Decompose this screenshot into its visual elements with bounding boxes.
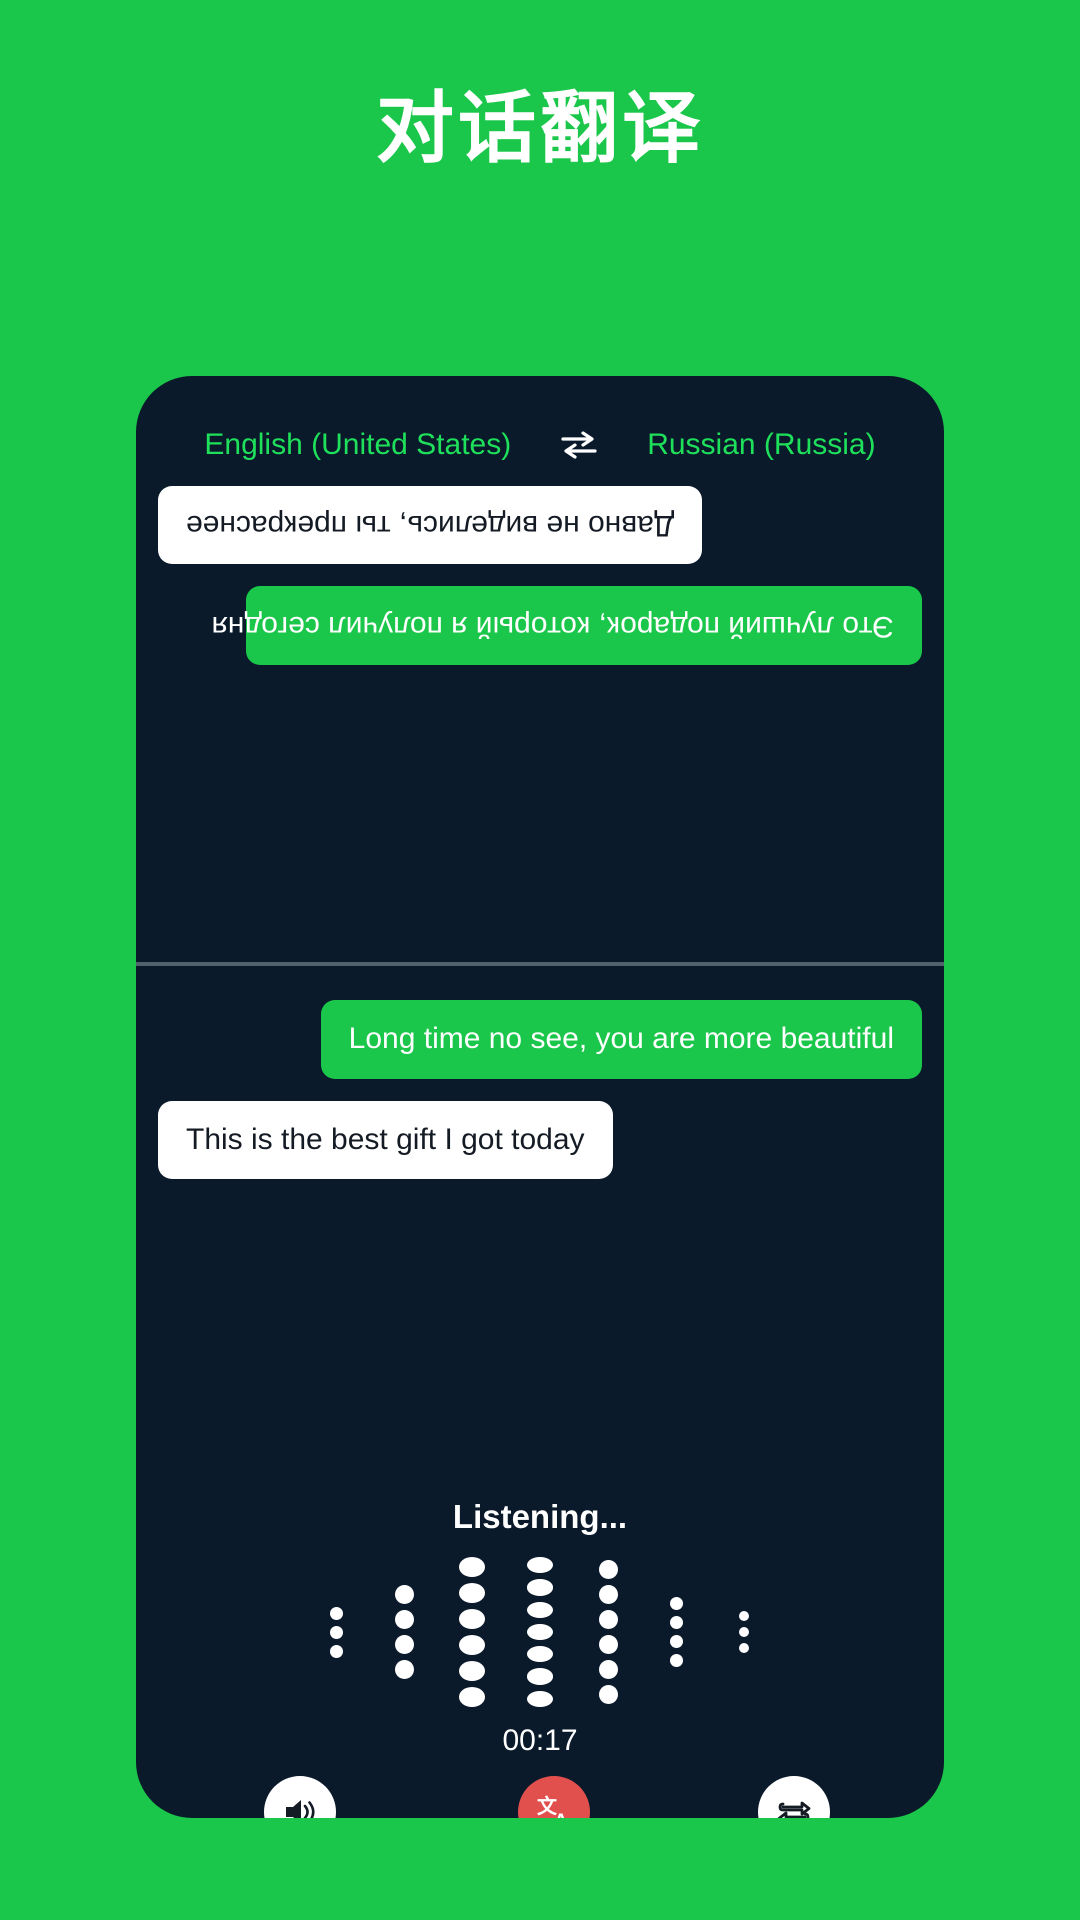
swap-horizontal-icon[interactable]	[557, 425, 601, 465]
message-row: This is the best gift I got today	[158, 1100, 922, 1179]
svg-text:A: A	[554, 1811, 568, 1818]
message-row: Long time no see, you are more beautiful	[158, 1000, 922, 1079]
waveform-column	[506, 1554, 574, 1710]
waveform-column	[710, 1554, 778, 1710]
toggle-button[interactable]: Toggle	[719, 1776, 869, 1818]
waveform-dot	[459, 1557, 485, 1577]
waveform-dot	[598, 1560, 618, 1579]
waveform-dot	[459, 1687, 485, 1707]
waveform-dot	[527, 1668, 553, 1685]
speaker-button[interactable]: Speaker is on	[211, 1776, 388, 1818]
waveform-dot	[459, 1609, 485, 1629]
waveform-dot	[527, 1557, 553, 1574]
source-language-selector[interactable]: English (United States)	[204, 428, 511, 462]
waveform-dot	[669, 1635, 683, 1648]
waveform-dot	[329, 1625, 343, 1639]
listening-status-label: Listening...	[452, 1498, 628, 1535]
waveform-column	[370, 1554, 438, 1710]
waveform-dot	[527, 1579, 553, 1596]
waveform-dot	[527, 1690, 553, 1707]
waveform-dot	[394, 1635, 414, 1654]
waveform-dot	[459, 1661, 485, 1681]
translated-conversation-panel: Это лучший подарок, который я получил се…	[136, 486, 944, 960]
waveform-dot	[598, 1685, 618, 1704]
waveform-dot	[394, 1660, 414, 1679]
waveform-dot	[669, 1654, 683, 1667]
waveform-column	[302, 1554, 370, 1710]
waveform-dot	[669, 1616, 683, 1629]
waveform-dot	[739, 1611, 749, 1621]
quit-button[interactable]: 文 A Quit	[479, 1776, 629, 1818]
translated-message-bubble[interactable]: Давно не виделись, ты прекраснее	[158, 486, 703, 565]
waveform-dot	[459, 1583, 485, 1603]
waveform-column	[642, 1554, 710, 1710]
waveform-dot	[527, 1646, 553, 1663]
control-bar: Speaker is on 文 A Quit Toggle	[136, 1776, 944, 1818]
audio-waveform	[136, 1554, 944, 1710]
message-row: Давно не виделись, ты прекраснее	[158, 486, 922, 565]
recording-timer: 00:17	[502, 1724, 578, 1757]
waveform-column	[574, 1554, 642, 1710]
waveform-dot	[669, 1597, 683, 1610]
waveform-dot	[739, 1643, 749, 1653]
language-bar: English (United States) Russian (Russia)	[136, 410, 944, 480]
source-message-bubble[interactable]: This is the best gift I got today	[158, 1100, 613, 1179]
panel-divider	[136, 962, 944, 966]
waveform-dot	[527, 1601, 553, 1618]
message-row: Это лучший подарок, который я получил се…	[158, 586, 922, 665]
waveform-dot	[527, 1623, 553, 1641]
waveform-dot	[739, 1627, 749, 1637]
waveform-dot	[598, 1610, 618, 1629]
translate-icon: 文 A	[517, 1776, 590, 1818]
translation-panel: English (United States) Russian (Russia)…	[136, 376, 944, 1818]
translated-message-bubble[interactable]: Это лучший подарок, который я получил се…	[212, 586, 922, 665]
waveform-dot	[598, 1660, 618, 1679]
speaker-on-icon	[263, 1776, 336, 1818]
waveform-dot	[394, 1585, 414, 1604]
waveform-dot	[329, 1644, 343, 1658]
swap-repeat-icon	[757, 1776, 830, 1818]
waveform-dot	[459, 1635, 485, 1655]
waveform-dot	[329, 1606, 343, 1620]
waveform-dot	[598, 1585, 618, 1604]
target-language-selector[interactable]: Russian (Russia)	[647, 428, 875, 462]
source-message-bubble[interactable]: Long time no see, you are more beautiful	[320, 1000, 922, 1079]
waveform-dot	[598, 1635, 618, 1654]
source-conversation-panel: Long time no see, you are more beautiful…	[136, 974, 944, 1254]
page-title: 对话翻译	[375, 84, 704, 172]
waveform-dot	[394, 1610, 414, 1629]
waveform-column	[438, 1554, 506, 1710]
